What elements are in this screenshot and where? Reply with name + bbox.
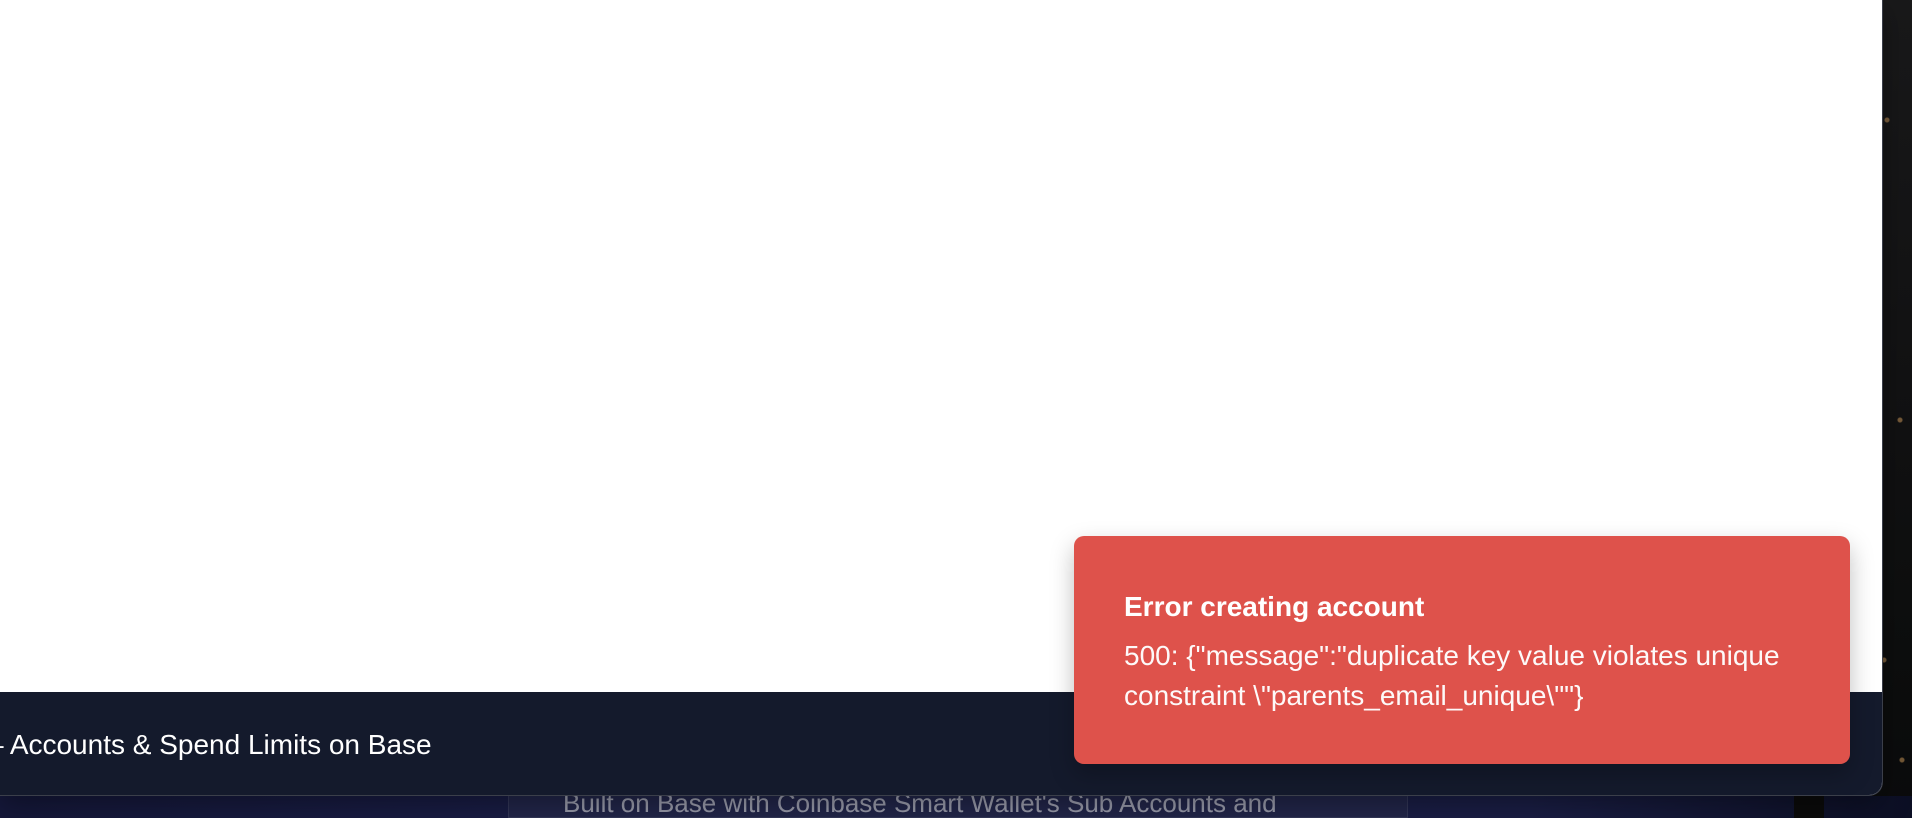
footer-text: – Accounts & Spend Limits on Base <box>0 728 432 762</box>
app-window: – Accounts & Spend Limits on Base Error … <box>0 0 1883 796</box>
toast-title: Error creating account <box>1124 591 1425 622</box>
error-toast[interactable]: Error creating account 500: {"message":"… <box>1074 536 1850 764</box>
footer-text-main: Accounts & Spend Limits on Base <box>9 729 432 760</box>
background-strip <box>1794 796 1824 818</box>
footer-text-prefix: – <box>0 729 4 760</box>
toast-message: 500: {"message":"duplicate key value vio… <box>1124 640 1788 711</box>
